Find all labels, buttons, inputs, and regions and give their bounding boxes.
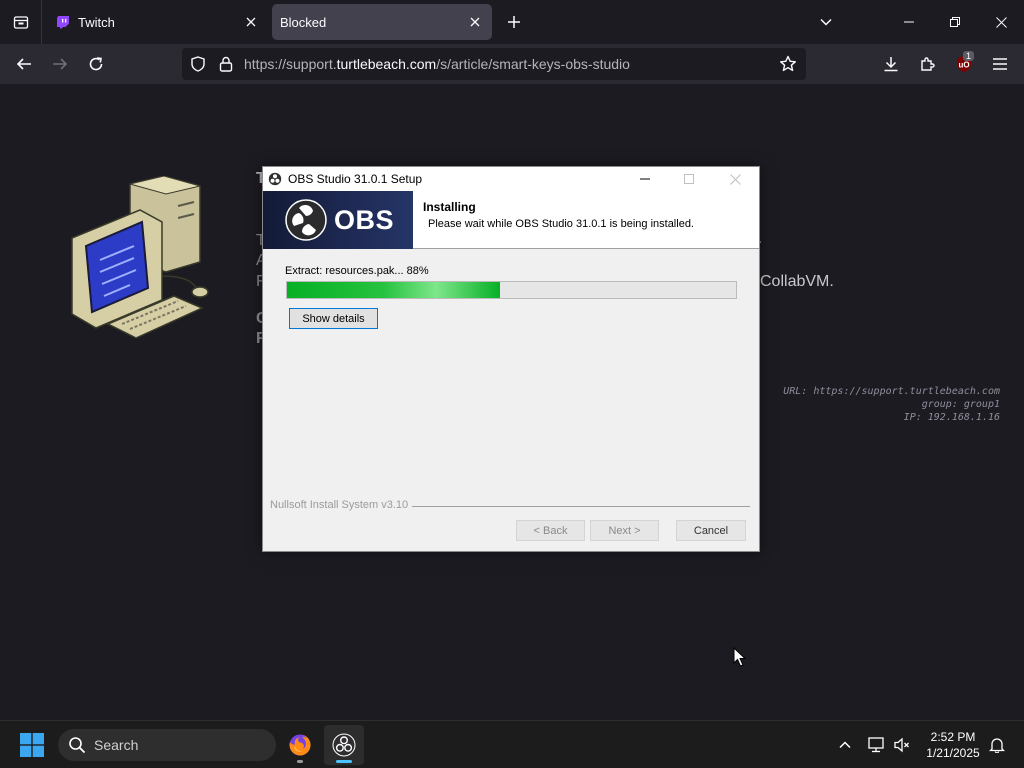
taskbar-firefox[interactable]: [280, 725, 320, 765]
bell-icon: [989, 738, 1005, 753]
url-text: https://support.turtlebeach.com/s/articl…: [244, 56, 630, 72]
tab-title: Twitch: [78, 14, 115, 30]
progress-fill: [287, 282, 501, 298]
taskbar: Search 2:52 PM 1/21/2025: [0, 720, 1024, 768]
dialog-body: Extract: resources.pak... 88% Show detai…: [263, 249, 759, 551]
taskbar-clock[interactable]: 2:52 PM 1/21/2025: [918, 729, 988, 761]
obs-banner: OBS: [263, 191, 413, 249]
obs-setup-dialog: OBS Studio 31.0.1 Setup OBS Installing P…: [262, 166, 760, 552]
install-progress-bar: [286, 281, 737, 299]
arrow-left-icon: [16, 58, 31, 70]
bookmark-star-icon[interactable]: [778, 54, 798, 74]
tab-blocked[interactable]: Blocked: [272, 4, 492, 40]
address-bar[interactable]: https://support.turtlebeach.com/s/articl…: [182, 48, 806, 80]
dialog-maximize-button[interactable]: [667, 167, 711, 191]
back-button[interactable]: [10, 50, 38, 78]
close-icon: [995, 16, 1007, 28]
status-text: Extract: resources.pak... 88%: [285, 265, 429, 277]
shield-icon[interactable]: [188, 54, 208, 74]
reload-button[interactable]: [82, 50, 110, 78]
plus-icon: [508, 16, 520, 28]
firefox-view-icon: [13, 16, 28, 29]
restore-icon: [950, 17, 960, 27]
arrow-right-icon: [53, 58, 68, 70]
nsis-branding: Nullsoft Install System v3.10: [270, 499, 413, 511]
navigation-toolbar: https://support.turtlebeach.com/s/articl…: [0, 44, 1024, 84]
start-button[interactable]: [14, 729, 50, 761]
dialog-close-button[interactable]: [713, 167, 757, 191]
window-close-button[interactable]: [978, 0, 1024, 44]
vm-info: URL: https://support.turtlebeach.com gro…: [783, 385, 1000, 424]
mouse-cursor-icon: [733, 647, 747, 667]
extensions-button[interactable]: [914, 50, 942, 78]
puzzle-piece-icon: [921, 57, 935, 71]
clock-date: 1/21/2025: [926, 746, 980, 760]
forward-button[interactable]: [46, 50, 74, 78]
new-tab-button[interactable]: [502, 10, 526, 34]
search-icon: [69, 737, 86, 754]
retro-computer-icon: [71, 176, 209, 339]
obs-wordmark: OBS: [334, 204, 395, 235]
vm-ip-line: IP: 192.168.1.16: [903, 412, 1000, 423]
cancel-button[interactable]: Cancel: [676, 520, 746, 541]
downloads-button[interactable]: [877, 50, 905, 78]
minimize-icon: [904, 21, 914, 23]
tab-twitch[interactable]: Twitch: [46, 4, 268, 40]
collabvm-text: CollabVM.: [760, 273, 834, 290]
notifications-button[interactable]: [985, 733, 1009, 757]
window-restore-button[interactable]: [932, 0, 978, 44]
dialog-title: OBS Studio 31.0.1 Setup: [288, 172, 423, 186]
lock-icon[interactable]: [216, 54, 236, 74]
download-icon: [884, 57, 898, 72]
clock-time: 2:52 PM: [930, 730, 976, 744]
header-subtitle: Please wait while OBS Studio 31.0.1 is b…: [428, 218, 694, 230]
next-button[interactable]: Next >: [590, 520, 659, 541]
volume-button[interactable]: [890, 733, 914, 757]
chevron-down-icon: [820, 18, 832, 26]
close-tab-icon[interactable]: [464, 11, 486, 33]
network-icon: [868, 737, 884, 753]
network-button[interactable]: [864, 733, 888, 757]
firefox-icon: [289, 734, 311, 756]
active-indicator: [336, 760, 352, 763]
tab-title: Blocked: [280, 14, 327, 30]
list-all-tabs-button[interactable]: [814, 10, 838, 34]
close-icon: [729, 173, 741, 185]
show-hidden-icons-button[interactable]: [833, 733, 857, 757]
show-details-button[interactable]: Show details: [289, 308, 378, 329]
maximize-icon: [684, 174, 694, 184]
hamburger-menu-icon: [993, 58, 1007, 70]
app-menu-button[interactable]: [986, 50, 1014, 78]
firefox-view-button[interactable]: [0, 0, 42, 44]
obs-app-icon: [268, 172, 282, 186]
obs-app-icon: [332, 733, 356, 757]
extension-badge: 1: [963, 51, 975, 61]
taskbar-obs-setup[interactable]: [324, 725, 364, 765]
vm-group-line: group: group1: [921, 399, 1000, 410]
vm-url-line: URL: https://support.turtlebeach.com: [783, 386, 1000, 397]
dialog-minimize-button[interactable]: [623, 167, 667, 191]
taskbar-search[interactable]: Search: [58, 729, 276, 761]
browser-tab-strip: Twitch Blocked: [0, 0, 1024, 44]
dialog-header: OBS Installing Please wait while OBS Stu…: [263, 191, 759, 249]
dialog-titlebar[interactable]: OBS Studio 31.0.1 Setup: [263, 167, 759, 191]
obs-logo-icon: [285, 199, 327, 241]
minimize-icon: [640, 178, 650, 180]
header-title: Installing: [423, 200, 476, 214]
window-minimize-button[interactable]: [886, 0, 932, 44]
close-tab-icon[interactable]: [240, 11, 262, 33]
chevron-up-icon: [839, 741, 851, 749]
reload-icon: [89, 57, 103, 71]
running-indicator: [297, 760, 303, 763]
windows-logo-icon: [20, 733, 44, 757]
twitch-icon: [57, 16, 69, 29]
search-label: Search: [94, 737, 139, 753]
volume-muted-icon: [894, 737, 909, 753]
svg-text:uO: uO: [958, 61, 969, 70]
back-button[interactable]: < Back: [516, 520, 585, 541]
